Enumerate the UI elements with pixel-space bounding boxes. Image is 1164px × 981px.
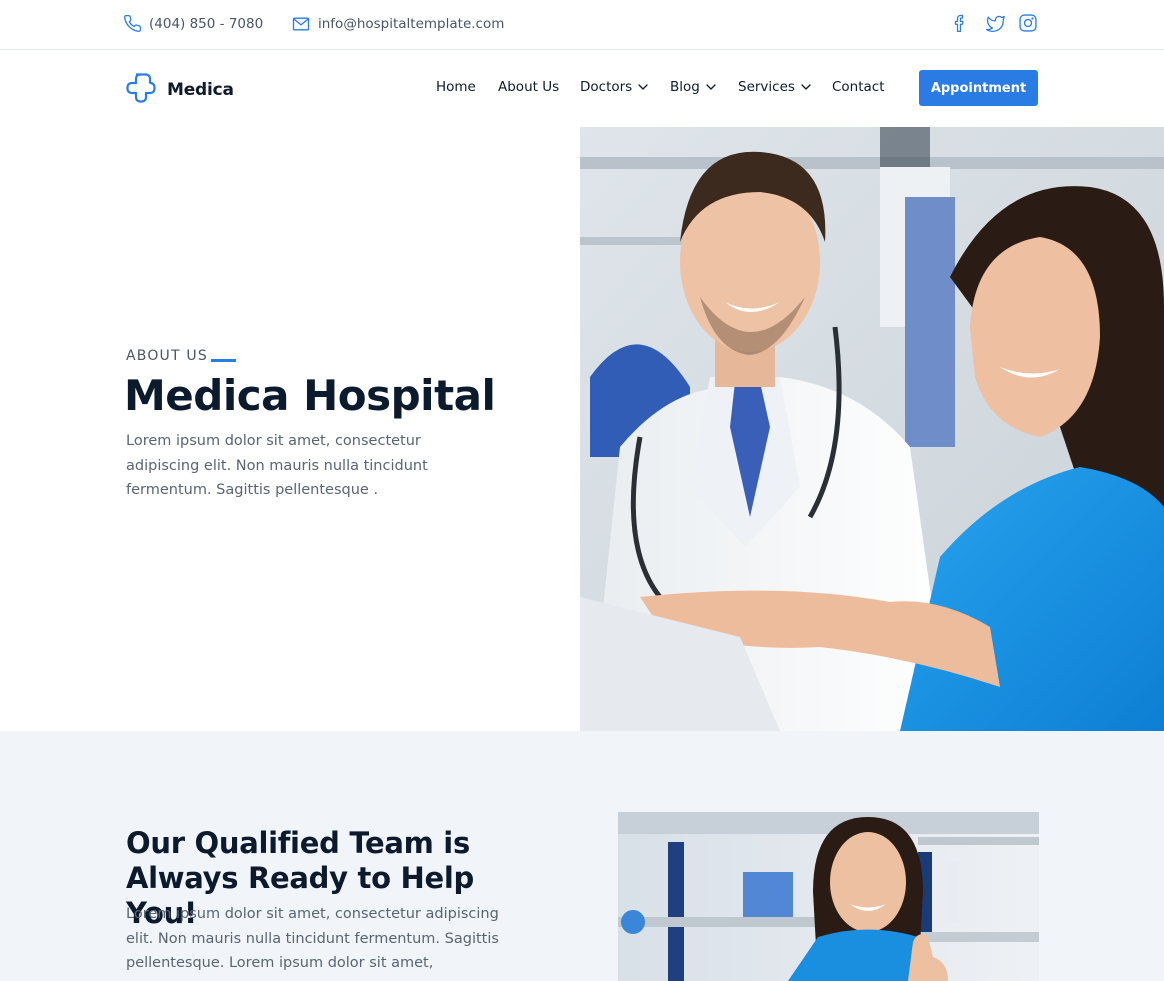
chevron-down-icon: [637, 81, 649, 93]
nav-item-doctors[interactable]: Doctors: [580, 79, 649, 95]
team-nurse-photo: [618, 812, 1039, 981]
instagram-icon[interactable]: [1018, 13, 1038, 33]
nav-item-services[interactable]: Services: [738, 79, 812, 95]
facebook-icon[interactable]: [950, 13, 970, 33]
nav-item-label: About Us: [498, 79, 560, 95]
hero-eyebrow: ABOUT US: [126, 348, 236, 364]
nav-item-contact[interactable]: Contact: [832, 79, 885, 95]
hero-title: Medica Hospital: [124, 371, 496, 420]
hero-doctors-photo: [580, 127, 1164, 731]
team-description: Lorem ipsum dolor sit amet, consectetur …: [126, 906, 499, 971]
appointment-button[interactable]: Appointment: [919, 70, 1038, 106]
nav-item-blog[interactable]: Blog: [670, 79, 717, 95]
nav-item-about-us[interactable]: About Us: [498, 79, 559, 95]
main-navigation: Medica Home About Us Doctors Blog Servic…: [0, 50, 1164, 127]
hero-description: Lorem ipsum dolor sit amet, consectetur …: [126, 433, 428, 498]
team-section: Our Qualified Team is Always Ready to He…: [0, 731, 1164, 981]
social-links: [950, 13, 1038, 33]
eyebrow-accent-line: [210, 359, 236, 362]
medical-cross-logo-icon: [124, 71, 158, 109]
mail-icon: [291, 14, 311, 34]
twitter-icon[interactable]: [984, 13, 1005, 33]
nav-item-label: Services: [738, 79, 795, 95]
chevron-down-icon: [800, 81, 812, 93]
phone-number: (404) 850 - 7080: [149, 15, 264, 32]
phone-contact[interactable]: (404) 850 - 7080: [123, 14, 263, 33]
nav-item-label: Home: [436, 79, 476, 95]
email-address: info@hospitaltemplate.com: [318, 16, 505, 32]
hero-section: ABOUT US Medica Hospital Lorem ipsum dol…: [0, 127, 1164, 731]
brand-name: Medica: [167, 80, 234, 100]
nav-item-label: Doctors: [580, 79, 633, 95]
phone-icon: [123, 14, 142, 33]
chevron-down-icon: [705, 81, 717, 93]
nav-item-label: Blog: [670, 79, 700, 95]
nav-item-home[interactable]: Home: [436, 79, 476, 95]
nav-item-label: Contact: [832, 79, 885, 95]
brand-logo[interactable]: Medica: [124, 71, 234, 109]
email-contact[interactable]: info@hospitaltemplate.com: [291, 14, 504, 34]
top-bar: (404) 850 - 7080 info@hospitaltemplate.c…: [0, 0, 1164, 50]
eyebrow-label: ABOUT US: [126, 348, 208, 364]
